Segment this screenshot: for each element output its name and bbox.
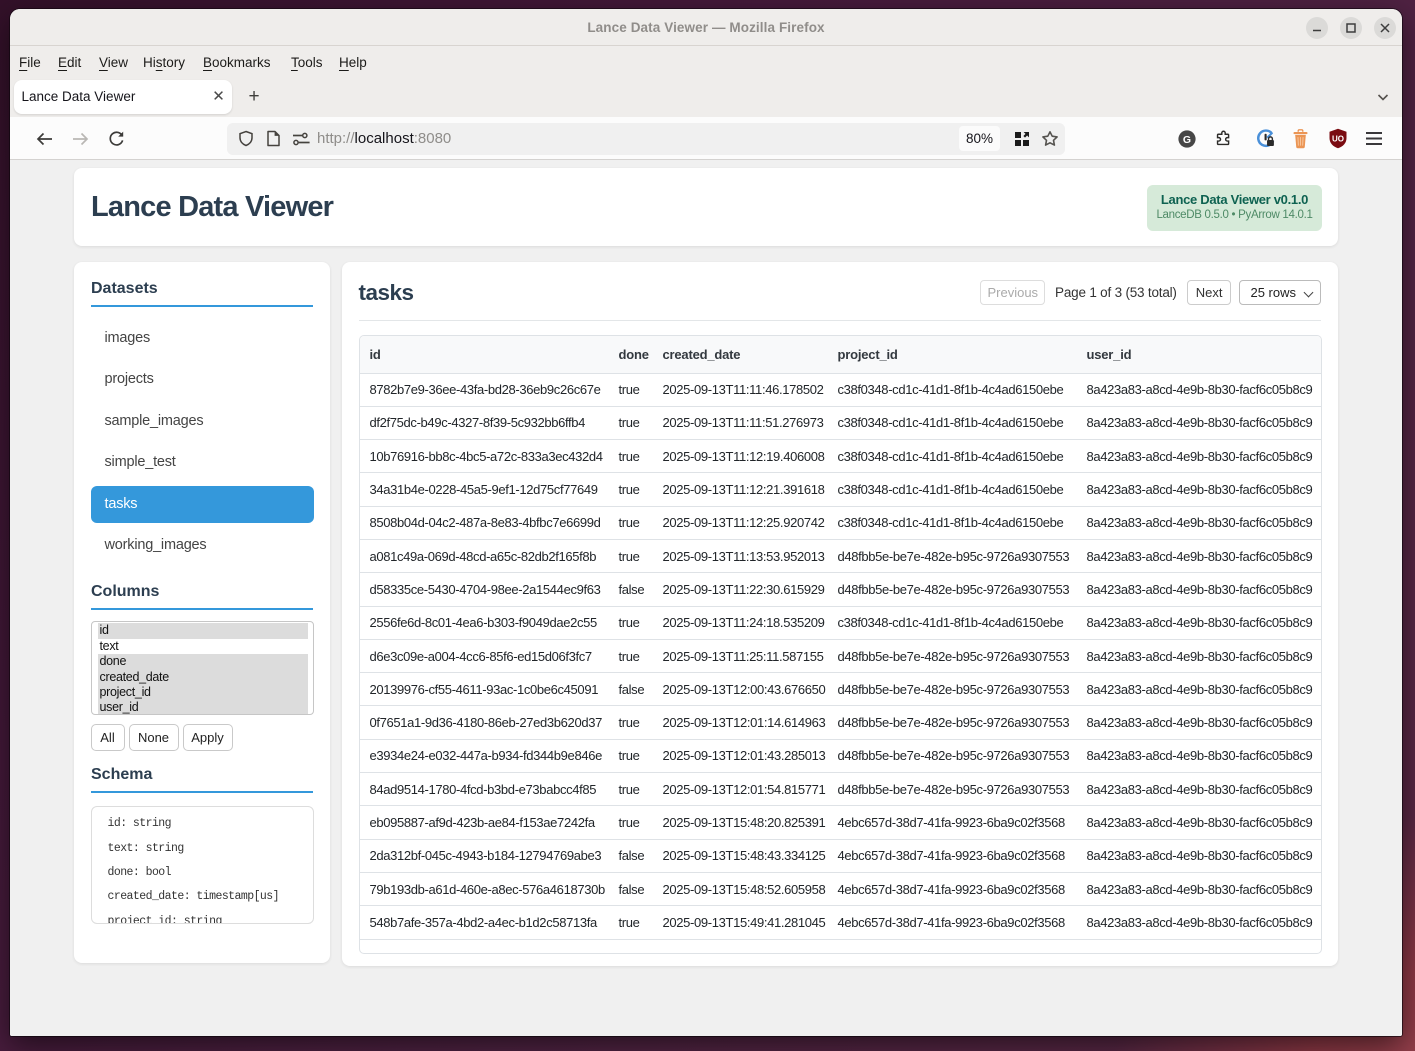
svg-text:UO: UO — [1332, 135, 1344, 144]
svg-text:G: G — [1183, 134, 1191, 146]
